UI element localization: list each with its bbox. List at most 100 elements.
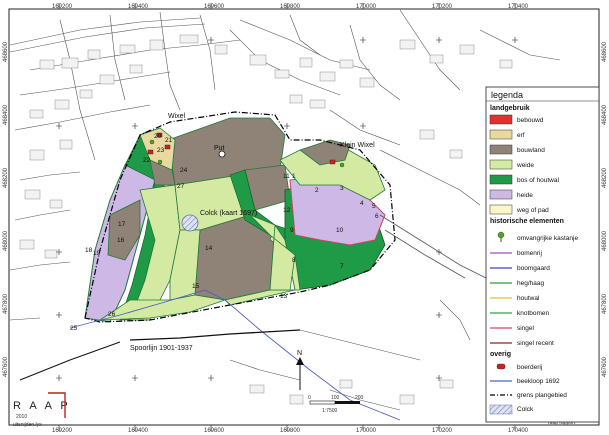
coord-bottom-1: 169400 [128, 428, 149, 434]
parcel-num-13: 13 [280, 293, 288, 300]
legend-overig-label-2: grens plangebied [517, 392, 567, 399]
legend-historisch-label-2: boomgaard [517, 265, 550, 272]
legend-landgebruik-label-4: bos of houtwal [517, 177, 559, 184]
coord-right-3: 468000 [602, 230, 608, 251]
legend-farm-icon [496, 363, 506, 370]
legend-swatch-3 [489, 159, 513, 170]
legend-historisch-label-6: singel [517, 325, 535, 332]
legend-landgebruik-head: landgebruik [490, 105, 530, 112]
coord-bottom-4: 170000 [356, 428, 377, 434]
legend-overig-head: overig [490, 351, 511, 358]
coord-top-2: 169600 [204, 4, 225, 10]
coord-bottom-6: 170400 [508, 428, 529, 434]
parcel-num-5: 5 [372, 203, 376, 210]
legend-historisch-label-4: houtwal [517, 295, 540, 302]
footer-left: uitsnijden.lyx [13, 422, 42, 428]
parcel-num-27: 27 [177, 183, 185, 190]
coord-right-1: 468400 [602, 104, 608, 125]
legend-hatch-swatch [489, 404, 513, 415]
parcel-num-1: 1 [292, 173, 296, 180]
legend-historisch-label-0: omvangrijke kastanje [517, 235, 578, 242]
parcel-num-4: 4 [360, 200, 364, 207]
scale-zero: 0 [308, 395, 311, 401]
parcel-num-6: 6 [375, 213, 379, 220]
coord-top-3: 169800 [280, 4, 301, 10]
coord-top-5: 170200 [432, 4, 453, 10]
legend-swatch-0 [489, 114, 513, 125]
parcel-num-26: 26 [108, 311, 116, 318]
legend-overig-label-0: boerderij [517, 364, 542, 371]
legend-historisch-label-1: bomenrij [517, 250, 542, 257]
parcel-num-10: 10 [336, 227, 344, 234]
legend-swatch-1 [489, 129, 513, 140]
coord-left-3: 468000 [3, 230, 9, 251]
legend-overig-label-3: Colck [517, 406, 534, 413]
legend-landgebruik-label-5: heide [517, 192, 533, 199]
label-spoorlijn: Spoorlijn 1901-1937 [130, 345, 193, 352]
legend-landgebruik-label-1: erf [517, 132, 525, 139]
map-frame: 169200 169400 169600 169800 170000 17020… [0, 0, 609, 435]
coord-top-0: 169200 [52, 4, 73, 10]
farm-marker-4 [329, 159, 336, 165]
parcel-num-17: 17 [118, 221, 126, 228]
legend-historisch-label-7: singel recent [517, 340, 554, 347]
farm-marker-2 [164, 144, 171, 150]
parcel-num-22: 22 [143, 157, 151, 164]
parcel-num-19: 19 [93, 250, 101, 257]
coord-bottom-3: 169800 [280, 428, 301, 434]
parcel-num-23: 23 [157, 147, 165, 154]
parcel-num-24: 24 [180, 167, 188, 174]
parcel-num-16: 16 [117, 237, 125, 244]
scale-mid: 100 [331, 395, 340, 401]
parcel-num-25: 25 [70, 325, 78, 332]
legend-title: legenda [491, 90, 523, 100]
parcel-num-11: 11 [283, 173, 290, 180]
coord-left-5: 467600 [3, 356, 9, 377]
coord-top-4: 170000 [356, 4, 377, 10]
coord-left-1: 468400 [3, 104, 9, 125]
coord-top-6: 170400 [508, 4, 529, 10]
legend-panel: legenda landgebruik bebouwd erf bouwland we… [485, 86, 600, 423]
legend-historisch-head: historische elementen [490, 218, 564, 225]
farm-marker-3 [147, 149, 154, 155]
coord-left-2: 468200 [3, 167, 9, 188]
label-put: Put [214, 145, 225, 152]
parcel-num-8: 8 [292, 257, 296, 264]
scale-end: 200 [355, 395, 364, 401]
parcel-num-14: 14 [205, 245, 213, 252]
legend-swatch-4 [489, 174, 513, 185]
coord-right-2: 468200 [602, 167, 608, 188]
legend-landgebruik-label-6: weg of pad [516, 207, 549, 214]
north-label: N [297, 350, 302, 357]
legend-swatch-6 [489, 204, 513, 215]
scale-ratio: 1:7500 [322, 408, 338, 414]
coord-right-0: 468600 [602, 41, 608, 62]
parcel-num-3: 3 [340, 185, 344, 192]
legend-landgebruik-label-2: bouwland [517, 147, 545, 154]
legend-overig-label-1: beekloop 1692 [517, 378, 560, 385]
parcel-num-21: 21 [165, 137, 173, 144]
coord-left-4: 467800 [3, 293, 9, 314]
coord-top-1: 169400 [128, 4, 149, 10]
parcel-num-9: 9 [290, 227, 294, 234]
parcel-num-20: 20 [154, 133, 162, 140]
logo-year: 2010 [16, 414, 27, 420]
legend-landgebruik-label-3: weide [516, 162, 534, 169]
coord-right-5: 467600 [602, 356, 608, 377]
legend-historisch-label-5: knotbomen [517, 310, 550, 317]
coord-bottom-5: 170200 [432, 428, 453, 434]
colck-circle [181, 214, 199, 232]
parcel-num-2: 2 [315, 187, 319, 194]
coord-left-0: 468600 [3, 41, 9, 62]
parcel-num-15: 15 [192, 283, 200, 290]
parcel-num-12: 12 [283, 207, 291, 214]
label-wixel: Wixel [168, 113, 186, 120]
legend-tree-icon [497, 231, 505, 239]
coord-bottom-0: 169200 [52, 428, 73, 434]
parcel-num-18: 18 [85, 247, 93, 254]
coord-right-4: 467800 [602, 293, 608, 314]
legend-historisch-label-3: heg/haag [517, 280, 544, 287]
legend-landgebruik-label-0: bebouwd [517, 117, 544, 124]
legend-swatch-2 [489, 144, 513, 155]
logo-letters: R A A P [13, 400, 71, 412]
